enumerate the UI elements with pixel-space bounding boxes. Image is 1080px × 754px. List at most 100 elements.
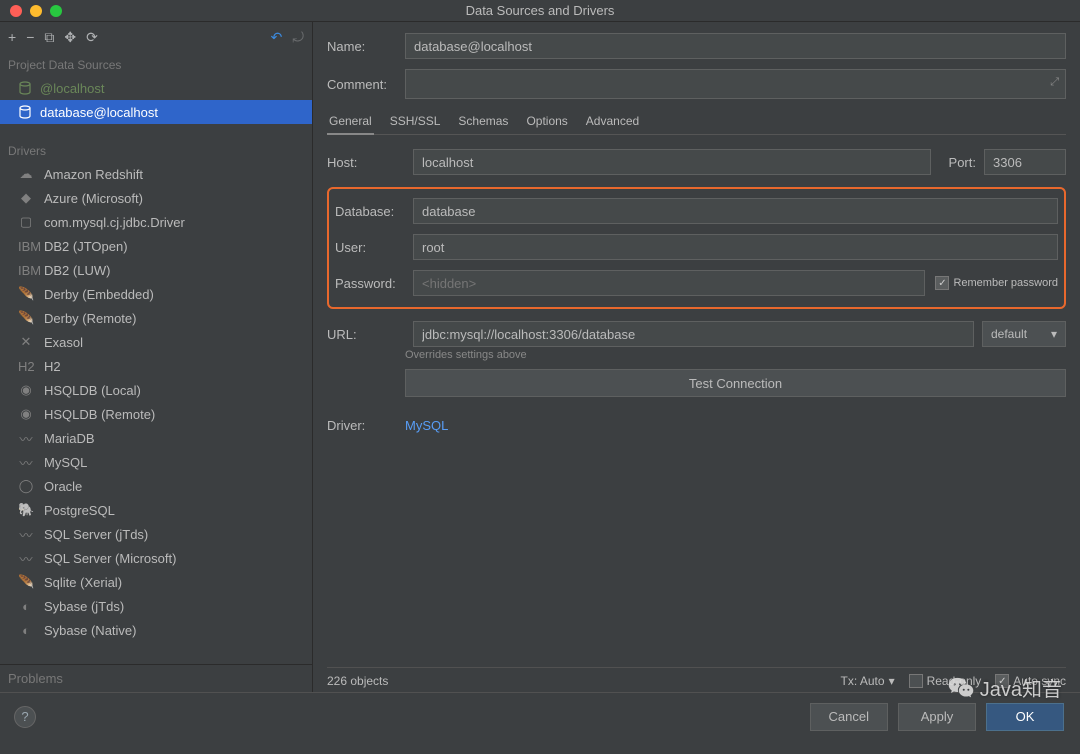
watermark-text: Java知音: [980, 673, 1062, 702]
driver-item[interactable]: ☁Amazon Redshift: [0, 162, 312, 186]
driver-label: com.mysql.cj.jdbc.Driver: [44, 215, 185, 230]
data-source-label: @localhost: [40, 81, 105, 96]
url-mode-select[interactable]: default ▾: [982, 321, 1066, 347]
sync-icon[interactable]: ⤾: [292, 29, 304, 46]
driver-label: SQL Server (Microsoft): [44, 551, 176, 566]
datasource-icon: [18, 105, 32, 119]
footer: ? Cancel Apply OK: [0, 692, 1080, 740]
driver-icon: IBM: [18, 239, 34, 254]
data-source-item[interactable]: @localhost: [0, 76, 312, 100]
name-input[interactable]: [405, 33, 1066, 59]
driver-icon: 🪶: [18, 574, 34, 590]
driver-label: PostgreSQL: [44, 503, 115, 518]
data-source-label: database@localhost: [40, 105, 158, 120]
driver-item[interactable]: ▢com.mysql.cj.jdbc.Driver: [0, 210, 312, 234]
chevron-down-icon: ▾: [889, 674, 895, 688]
driver-item[interactable]: IBM DB2 (JTOpen): [0, 234, 312, 258]
tab-sshssl[interactable]: SSH/SSL: [388, 112, 443, 130]
remember-password-label: Remember password: [953, 277, 1058, 289]
add-icon[interactable]: +: [8, 29, 16, 45]
window-controls: [0, 5, 62, 17]
checkbox-icon: [909, 674, 923, 688]
database-input[interactable]: [413, 198, 1058, 224]
driver-link[interactable]: MySQL: [405, 418, 448, 433]
driver-label: MariaDB: [44, 431, 95, 446]
driver-item[interactable]: 〰 SQL Server (jTds): [0, 522, 312, 546]
driver-label: Derby (Remote): [44, 311, 136, 326]
test-connection-button[interactable]: Test Connection: [405, 369, 1066, 397]
overrides-note: Overrides settings above: [405, 349, 1066, 361]
tab-options[interactable]: Options: [524, 112, 569, 130]
password-label: Password:: [335, 276, 413, 291]
driver-item[interactable]: 〰 MariaDB: [0, 426, 312, 450]
driver-item[interactable]: IBMDB2 (LUW): [0, 258, 312, 282]
remember-password[interactable]: ✓ Remember password: [935, 276, 1058, 290]
driver-icon: 〰: [18, 525, 34, 544]
password-input[interactable]: [413, 270, 925, 296]
remove-icon[interactable]: −: [26, 29, 34, 45]
problems-section[interactable]: Problems: [0, 664, 312, 692]
left-toolbar: + − ⧉ ✥ ⟳ ↶ ⤾: [0, 22, 312, 52]
user-input[interactable]: [413, 234, 1058, 260]
driver-icon: H2: [18, 359, 34, 374]
object-count: 226 objects: [327, 674, 388, 688]
driver-icon: 〰: [18, 549, 34, 568]
drivers-header: Drivers: [0, 138, 312, 162]
driver-item[interactable]: ◐Sybase (jTds): [0, 594, 312, 618]
driver-item[interactable]: 〰 SQL Server (Microsoft): [0, 546, 312, 570]
driver-icon: ◐: [18, 599, 34, 614]
url-mode-value: default: [991, 327, 1027, 341]
driver-item[interactable]: 🪶Derby (Embedded): [0, 282, 312, 306]
driver-item[interactable]: 〰MySQL: [0, 450, 312, 474]
url-input[interactable]: [413, 321, 974, 347]
driver-icon: 〰: [18, 453, 34, 472]
minimize-window-icon[interactable]: [30, 5, 42, 17]
driver-icon: 〰: [18, 429, 34, 448]
driver-item[interactable]: H2H2: [0, 354, 312, 378]
url-label: URL:: [327, 327, 405, 342]
driver-icon: ◆: [18, 190, 34, 206]
driver-item[interactable]: 🪶Sqlite (Xerial): [0, 570, 312, 594]
port-input[interactable]: [984, 149, 1066, 175]
driver-item[interactable]: ◐Sybase (Native): [0, 618, 312, 642]
checkbox-checked-icon[interactable]: ✓: [935, 276, 949, 290]
driver-item[interactable]: 🪶Derby (Remote): [0, 306, 312, 330]
comment-label: Comment:: [327, 77, 405, 92]
driver-label: Driver:: [327, 418, 405, 433]
driver-item[interactable]: ✕Exasol: [0, 330, 312, 354]
help-button[interactable]: ?: [14, 706, 36, 728]
host-input[interactable]: [413, 149, 931, 175]
driver-label: DB2 (JTOpen): [44, 239, 128, 254]
titlebar: Data Sources and Drivers: [0, 0, 1080, 22]
zoom-window-icon[interactable]: [50, 5, 62, 17]
make-global-icon[interactable]: ✥: [64, 29, 76, 46]
driver-item[interactable]: ◯Oracle: [0, 474, 312, 498]
tab-advanced[interactable]: Advanced: [584, 112, 641, 130]
wechat-icon: [948, 677, 974, 699]
settings-icon[interactable]: ⟳: [86, 29, 98, 46]
tab-general[interactable]: General: [327, 112, 374, 135]
reset-icon[interactable]: ↶: [271, 29, 283, 46]
expand-icon[interactable]: ⤢: [1050, 76, 1059, 89]
copy-icon[interactable]: ⧉: [44, 29, 54, 46]
close-window-icon[interactable]: [10, 5, 22, 17]
driver-icon: ◐: [18, 623, 34, 638]
driver-item[interactable]: ◉HSQLDB (Local): [0, 378, 312, 402]
data-source-item[interactable]: database@localhost: [0, 100, 312, 124]
driver-label: Amazon Redshift: [44, 167, 143, 182]
driver-item[interactable]: 🐘PostgreSQL: [0, 498, 312, 522]
comment-input[interactable]: ⤢: [405, 69, 1066, 99]
driver-label: SQL Server (jTds): [44, 527, 148, 542]
driver-item[interactable]: ◉HSQLDB (Remote): [0, 402, 312, 426]
driver-label: DB2 (LUW): [44, 263, 110, 278]
driver-item[interactable]: ◆Azure (Microsoft): [0, 186, 312, 210]
apply-button[interactable]: Apply: [898, 703, 976, 731]
tab-schemas[interactable]: Schemas: [456, 112, 510, 130]
host-label: Host:: [327, 155, 405, 170]
tx-mode[interactable]: Tx: Auto ▾: [841, 674, 895, 688]
name-label: Name:: [327, 39, 405, 54]
cancel-button[interactable]: Cancel: [810, 703, 888, 731]
ok-button[interactable]: OK: [986, 703, 1064, 731]
right-panel: Name: Comment: ⤢ General SSH/SSL Schemas Op…: [313, 22, 1080, 692]
watermark: Java知音: [948, 673, 1062, 702]
